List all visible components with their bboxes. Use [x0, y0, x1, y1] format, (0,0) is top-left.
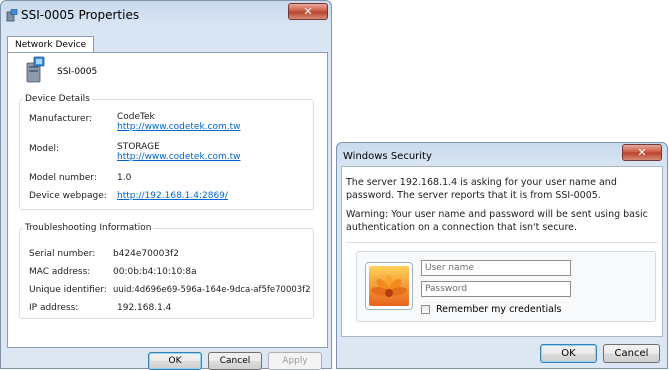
- ip-address-value: 192.168.1.4: [117, 303, 172, 313]
- device-details-legend: Device Details: [25, 94, 90, 104]
- manufacturer-value: CodeTek: [117, 112, 155, 122]
- remember-credentials-label: Remember my credentials: [436, 304, 562, 315]
- device-webpage-label: Device webpage:: [29, 191, 107, 201]
- username-input[interactable]: [421, 260, 571, 276]
- serial-number-value: b424e70003f2: [113, 249, 179, 259]
- password-input[interactable]: [421, 281, 571, 297]
- mac-address-label: MAC address:: [29, 267, 91, 277]
- network-device-icon: [6, 9, 18, 22]
- manufacturer-url-link[interactable]: http://www.codetek.com.tw: [117, 122, 241, 132]
- credential-tile: Remember my credentials: [356, 251, 656, 322]
- properties-window: SSI-0005 Properties ✕ Network Device SSI…: [0, 0, 332, 370]
- separator: [346, 242, 658, 243]
- cancel-button[interactable]: Cancel: [208, 352, 262, 370]
- tab-network-device[interactable]: Network Device: [7, 36, 95, 53]
- unique-identifier-label: Unique identifier:: [29, 285, 107, 295]
- model-value: STORAGE: [117, 142, 160, 152]
- model-number-value: 1.0: [117, 173, 132, 183]
- ok-button[interactable]: OK: [148, 352, 202, 370]
- dialog-title: Windows Security: [343, 151, 432, 162]
- unique-identifier-value: uuid:4d696e69-596a-164e-9dca-af5fe70003f…: [113, 285, 311, 295]
- ok-button[interactable]: OK: [540, 344, 597, 363]
- serial-number-label: Serial number:: [29, 249, 96, 259]
- apply-button[interactable]: Apply: [268, 352, 322, 370]
- mac-address-value: 00:0b:b4:10:10:8a: [113, 267, 197, 277]
- device-name: SSI-0005: [57, 67, 98, 77]
- close-button[interactable]: ✕: [288, 3, 328, 20]
- cancel-button[interactable]: Cancel: [603, 344, 660, 363]
- model-url-link[interactable]: http://www.codetek.com.tw: [117, 152, 241, 162]
- troubleshooting-legend: Troubleshooting Information: [25, 223, 152, 233]
- storage-device-icon: [26, 56, 45, 83]
- model-number-label: Model number:: [29, 173, 97, 183]
- device-webpage-link[interactable]: http://192.168.1.4:2869/: [117, 191, 228, 201]
- window-title: SSI-0005 Properties: [21, 8, 140, 22]
- flower-icon: [369, 266, 409, 306]
- ip-address-label: IP address:: [29, 303, 79, 313]
- dialog-body: The server 192.168.1.4 is asking for you…: [341, 166, 663, 337]
- user-avatar: [365, 262, 413, 310]
- close-button[interactable]: ✕: [622, 144, 662, 161]
- model-label: Model:: [29, 144, 60, 154]
- remember-credentials-checkbox[interactable]: [421, 305, 430, 314]
- security-warning: Warning: Your user name and password wil…: [346, 209, 648, 233]
- manufacturer-label: Manufacturer:: [29, 114, 93, 124]
- windows-security-dialog: Windows Security ✕ The server 192.168.1.…: [336, 142, 668, 369]
- server-message: The server 192.168.1.4 is asking for you…: [346, 177, 617, 201]
